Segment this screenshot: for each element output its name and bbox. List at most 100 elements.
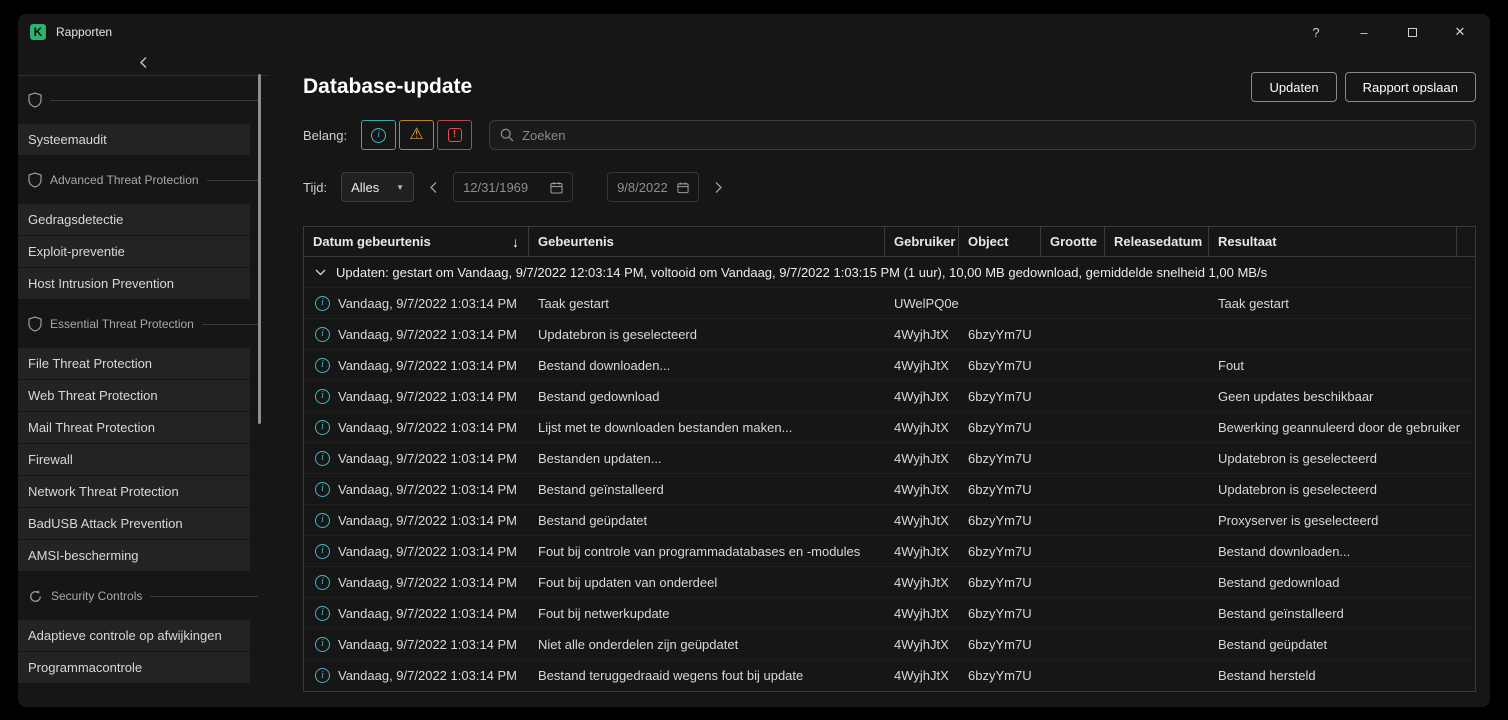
- sidebar-item[interactable]: Exploit-preventie: [18, 236, 250, 267]
- table-row[interactable]: i Vandaag, 9/7/2022 1:03:14 PM Fout bij …: [304, 536, 1475, 567]
- info-icon: i: [315, 296, 330, 311]
- section-divider: [207, 180, 258, 181]
- table-row[interactable]: i Vandaag, 9/7/2022 1:03:14 PM Niet alle…: [304, 629, 1475, 660]
- sidebar-section-header: Essential Threat Protection: [18, 300, 268, 348]
- sidebar-item[interactable]: Systeemaudit: [18, 124, 250, 155]
- sidebar-item-label: Exploit-preventie: [28, 244, 125, 259]
- info-icon: i: [315, 637, 330, 652]
- event-name-cell: Fout bij netwerkupdate: [529, 606, 885, 621]
- event-name-cell: Lijst met te downloaden bestanden maken.…: [529, 420, 885, 435]
- sidebar-item[interactable]: Gedragsdetectie: [18, 204, 250, 235]
- date-from-input[interactable]: [463, 180, 539, 195]
- sidebar-section-header: [18, 76, 268, 124]
- sidebar-item[interactable]: Web Threat Protection: [18, 380, 250, 411]
- event-object-cell: 6bzyYm7U: [959, 606, 1041, 621]
- info-icon: i: [315, 606, 330, 621]
- header-size[interactable]: Grootte: [1041, 227, 1105, 256]
- table-row[interactable]: i Vandaag, 9/7/2022 1:03:14 PM Bestand g…: [304, 505, 1475, 536]
- kaspersky-logo-icon: K: [30, 24, 46, 40]
- table-row[interactable]: i Vandaag, 9/7/2022 1:03:14 PM Fout bij …: [304, 598, 1475, 629]
- window-title: Rapporten: [56, 25, 112, 39]
- search-box[interactable]: [489, 120, 1476, 150]
- sidebar-item[interactable]: Adaptieve controle op afwijkingen: [18, 620, 250, 651]
- header-date[interactable]: Datum gebeurtenis ↓: [304, 227, 529, 256]
- group-row[interactable]: Updaten: gestart om Vandaag, 9/7/2022 12…: [304, 257, 1475, 288]
- time-filter-row: Tijd: Alles ▼: [303, 172, 1476, 202]
- header-release[interactable]: Releasedatum: [1105, 227, 1209, 256]
- table-row[interactable]: i Vandaag, 9/7/2022 1:03:14 PM Fout bij …: [304, 567, 1475, 598]
- event-result-cell: Fout: [1209, 358, 1475, 373]
- info-icon: i: [315, 544, 330, 559]
- table-row[interactable]: i Vandaag, 9/7/2022 1:03:14 PM Taak gest…: [304, 288, 1475, 319]
- update-button[interactable]: Updaten: [1251, 72, 1336, 102]
- maximize-button[interactable]: [1400, 20, 1424, 44]
- sidebar-item[interactable]: Mail Threat Protection: [18, 412, 250, 443]
- sidebar-item[interactable]: Firewall: [18, 444, 250, 475]
- sidebar-item-label: Web Threat Protection: [28, 388, 158, 403]
- severity-warning-toggle[interactable]: ⚠: [399, 120, 434, 150]
- sidebar-item-label: Gedragsdetectie: [28, 212, 123, 227]
- event-result-cell: Taak gestart: [1209, 296, 1475, 311]
- event-result-cell: Bestand geïnstalleerd: [1209, 606, 1475, 621]
- time-range-select[interactable]: Alles ▼: [341, 172, 414, 202]
- event-object-cell: 6bzyYm7U: [959, 575, 1041, 590]
- time-label: Tijd:: [303, 180, 327, 195]
- event-object-cell: 6bzyYm7U: [959, 420, 1041, 435]
- sidebar-section-label: Essential Threat Protection: [50, 317, 194, 331]
- sidebar-sections: Systeemaudit Advanced Threat Protection …: [18, 76, 285, 683]
- close-button[interactable]: ✕: [1448, 20, 1472, 44]
- previous-period-button[interactable]: [429, 181, 438, 194]
- sidebar-scrollbar[interactable]: [258, 74, 261, 424]
- table-row[interactable]: i Vandaag, 9/7/2022 1:03:14 PM Bestand t…: [304, 660, 1475, 691]
- sidebar-item[interactable]: Programmacontrole: [18, 652, 250, 683]
- info-icon: i: [315, 358, 330, 373]
- sidebar: Systeemaudit Advanced Threat Protection …: [18, 50, 285, 707]
- event-date-cell: i Vandaag, 9/7/2022 1:03:14 PM: [304, 327, 529, 342]
- date-to-field[interactable]: [607, 172, 699, 202]
- event-date: Vandaag, 9/7/2022 1:03:14 PM: [338, 544, 517, 559]
- event-date-cell: i Vandaag, 9/7/2022 1:03:14 PM: [304, 668, 529, 683]
- minimize-button[interactable]: –: [1352, 20, 1376, 44]
- date-to-input[interactable]: [617, 180, 669, 195]
- event-object-cell: 6bzyYm7U: [959, 513, 1041, 528]
- help-button[interactable]: ?: [1304, 20, 1328, 44]
- sidebar-section-header: Advanced Threat Protection: [18, 156, 268, 204]
- search-input[interactable]: [522, 128, 1465, 143]
- header-result[interactable]: Resultaat: [1209, 227, 1457, 256]
- sidebar-item[interactable]: Host Intrusion Prevention: [18, 268, 250, 299]
- info-severity-icon: i: [371, 128, 386, 143]
- table-row[interactable]: i Vandaag, 9/7/2022 1:03:14 PM Bestanden…: [304, 443, 1475, 474]
- next-period-button[interactable]: [714, 181, 723, 194]
- table-row[interactable]: i Vandaag, 9/7/2022 1:03:14 PM Bestand d…: [304, 350, 1475, 381]
- event-date: Vandaag, 9/7/2022 1:03:14 PM: [338, 358, 517, 373]
- sidebar-item[interactable]: Network Threat Protection: [18, 476, 250, 507]
- header-event[interactable]: Gebeurtenis: [529, 227, 885, 256]
- event-name-cell: Niet alle onderdelen zijn geüpdatet: [529, 637, 885, 652]
- info-icon: i: [315, 389, 330, 404]
- event-user-cell: 4WyjhJtX: [885, 544, 959, 559]
- date-from-field[interactable]: [453, 172, 573, 202]
- sort-descending-icon[interactable]: ↓: [512, 234, 519, 250]
- section-divider: [50, 100, 258, 101]
- table-row[interactable]: i Vandaag, 9/7/2022 1:03:14 PM Bestand g…: [304, 474, 1475, 505]
- header-user[interactable]: Gebruiker: [885, 227, 959, 256]
- event-date-cell: i Vandaag, 9/7/2022 1:03:14 PM: [304, 482, 529, 497]
- save-report-button[interactable]: Rapport opslaan: [1345, 72, 1476, 102]
- table-row[interactable]: i Vandaag, 9/7/2022 1:03:14 PM Updatebro…: [304, 319, 1475, 350]
- severity-info-toggle[interactable]: i: [361, 120, 396, 150]
- sidebar-item[interactable]: BadUSB Attack Prevention: [18, 508, 250, 539]
- sidebar-item[interactable]: File Threat Protection: [18, 348, 250, 379]
- table-header: Datum gebeurtenis ↓ Gebeurtenis Gebruike…: [304, 227, 1475, 257]
- table-row[interactable]: i Vandaag, 9/7/2022 1:03:14 PM Lijst met…: [304, 412, 1475, 443]
- event-object-cell: 6bzyYm7U: [959, 637, 1041, 652]
- event-name-cell: Updatebron is geselecteerd: [529, 327, 885, 342]
- table-row[interactable]: i Vandaag, 9/7/2022 1:03:14 PM Bestand g…: [304, 381, 1475, 412]
- event-object-cell: 6bzyYm7U: [959, 451, 1041, 466]
- sidebar-item-label: Network Threat Protection: [28, 484, 179, 499]
- chevron-left-icon: [429, 181, 438, 194]
- severity-critical-toggle[interactable]: !: [437, 120, 472, 150]
- sidebar-item[interactable]: AMSI-bescherming: [18, 540, 250, 571]
- header-object[interactable]: Object: [959, 227, 1041, 256]
- event-date-cell: i Vandaag, 9/7/2022 1:03:14 PM: [304, 544, 529, 559]
- sidebar-collapse-button[interactable]: [18, 50, 268, 76]
